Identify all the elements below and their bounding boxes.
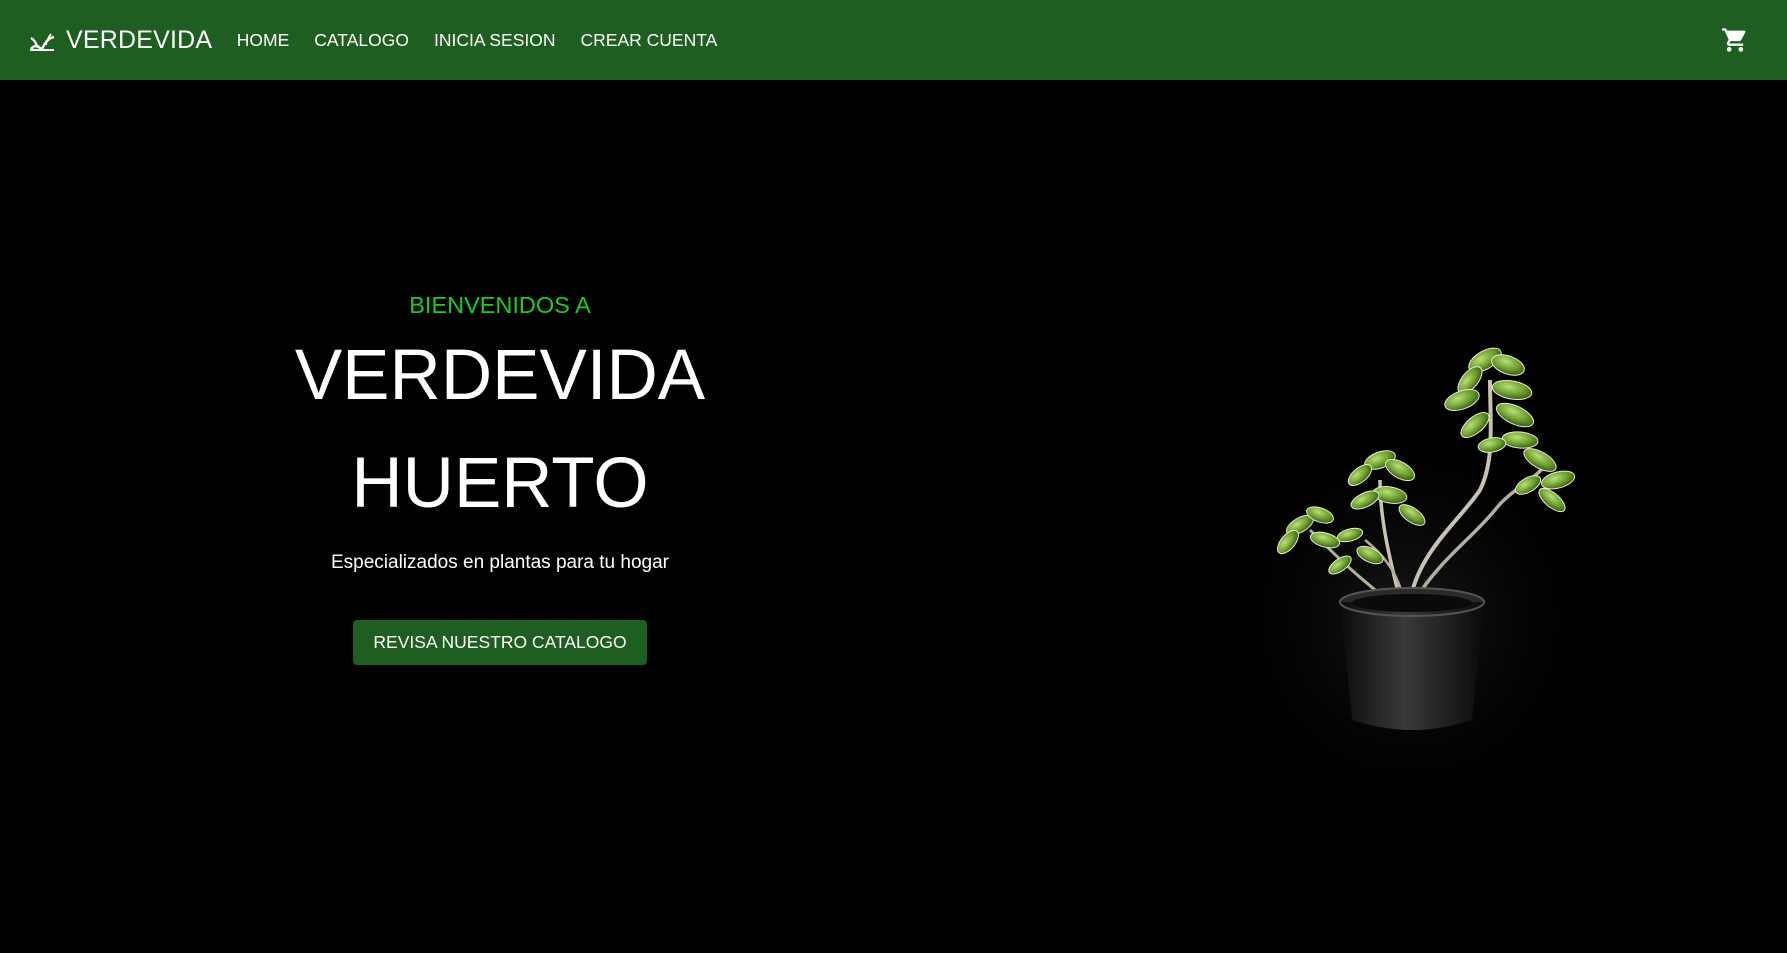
hero-title-line2: HUERTO bbox=[351, 444, 649, 523]
nav-link-home[interactable]: HOME bbox=[237, 30, 290, 51]
brand-link[interactable]: VERDEVIDA bbox=[28, 26, 212, 55]
hero-tagline: Especializados en plantas para tu hogar bbox=[330, 552, 669, 573]
nav-link-crear-cuenta[interactable]: CREAR CUENTA bbox=[581, 30, 718, 51]
hero-title-line1: VERDEVIDA bbox=[294, 336, 706, 415]
navbar: VERDEVIDA HOME CATALOGO INICIA SESION CR… bbox=[0, 0, 1787, 80]
view-catalog-button[interactable]: REVISA NUESTRO CATALOGO bbox=[353, 620, 647, 665]
shopping-cart-icon[interactable] bbox=[1721, 26, 1749, 54]
nav-link-catalogo[interactable]: CATALOGO bbox=[314, 30, 409, 51]
sprout-icon bbox=[30, 33, 55, 51]
main-nav: HOME CATALOGO INICIA SESION CREAR CUENTA bbox=[224, 30, 730, 51]
hero-eyebrow: BIENVENIDOS A bbox=[409, 292, 591, 318]
hero-section: BIENVENIDOS A VERDEVIDA HUERTO Especiali… bbox=[200, 280, 800, 665]
nav-link-inicia-sesion[interactable]: INICIA SESION bbox=[434, 30, 556, 51]
potted-plant-image bbox=[1240, 347, 1600, 770]
brand-name: VERDEVIDA bbox=[66, 25, 213, 54]
